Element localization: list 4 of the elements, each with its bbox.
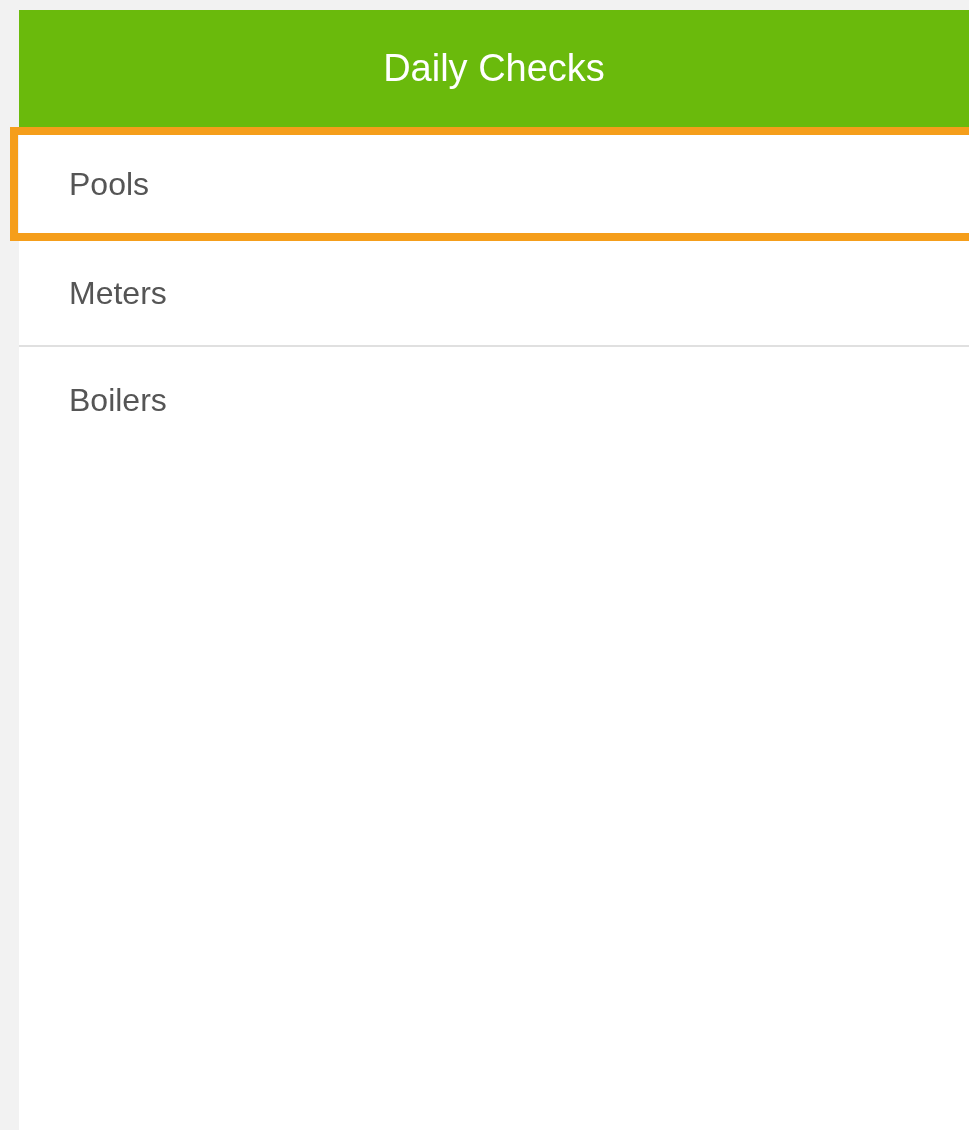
list-item[interactable]: Meters (19, 241, 969, 347)
list-item[interactable]: Boilers (19, 347, 969, 453)
list-item[interactable]: Pools (10, 127, 969, 241)
header-title: Daily Checks (383, 47, 605, 90)
